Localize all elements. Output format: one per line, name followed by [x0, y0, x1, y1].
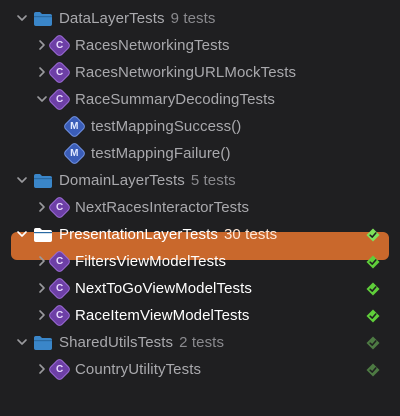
test-name: NextToGoViewModelTests [75, 280, 252, 297]
test-name: RaceItemViewModelTests [75, 307, 250, 324]
class-c-icon: C [47, 276, 72, 301]
row-label: CountryUtilityTests [75, 361, 201, 378]
test-count: 5 tests [190, 172, 236, 189]
test-class-races-networking-urlmock-tests[interactable]: C RacesNetworkingURLMockTests [0, 59, 400, 86]
test-count: 30 tests [223, 226, 278, 243]
method-m-icon: M [62, 141, 87, 166]
chevron-down-icon[interactable] [36, 93, 48, 105]
test-name: testMappingSuccess() [91, 118, 242, 135]
row-label: RaceSummaryDecodingTests [75, 91, 275, 108]
checkmark-icon[interactable] [366, 255, 380, 269]
test-name: PresentationLayerTests [59, 226, 218, 243]
checkmark-icon[interactable] [366, 363, 380, 377]
chevron-down-icon[interactable] [16, 12, 28, 24]
checkmark-icon[interactable] [366, 228, 380, 242]
test-name: NextRacesInteractorTests [75, 199, 250, 216]
class-c-icon: C [47, 33, 72, 58]
test-class-next-races-interactor-tests[interactable]: C NextRacesInteractorTests [0, 194, 400, 221]
class-c-icon: C [47, 87, 72, 112]
class-c-icon: C [47, 303, 72, 328]
chevron-right-icon[interactable] [36, 66, 48, 78]
test-method-test-mapping-failure[interactable]: MtestMappingFailure() [0, 140, 400, 167]
chevron-right-icon[interactable] [36, 255, 48, 267]
test-class-next-to-go-view-model-tests[interactable]: C NextToGoViewModelTests [0, 275, 400, 302]
checkmark-icon[interactable] [366, 282, 380, 296]
class-c-icon: C [47, 60, 72, 85]
test-class-race-summary-decoding-tests[interactable]: C RaceSummaryDecodingTests [0, 86, 400, 113]
row-label: NextRacesInteractorTests [75, 199, 249, 216]
folder-icon [33, 172, 52, 189]
row-label: RaceItemViewModelTests [75, 307, 250, 324]
test-group-shared-utils-tests[interactable]: SharedUtilsTests 2 tests [0, 329, 400, 356]
row-label: testMappingFailure() [91, 145, 231, 162]
method-m-icon: M [62, 114, 87, 139]
class-c-icon: C [47, 357, 72, 382]
folder-icon [33, 10, 52, 27]
test-count: 2 tests [179, 334, 225, 351]
chevron-down-icon[interactable] [16, 174, 28, 186]
row-label: FiltersViewModelTests [75, 253, 226, 270]
test-method-test-mapping-success[interactable]: MtestMappingSuccess() [0, 113, 400, 140]
chevron-right-icon[interactable] [36, 363, 48, 375]
test-class-country-utility-tests[interactable]: C CountryUtilityTests [0, 356, 400, 383]
test-group-presentation-layer-tests[interactable]: PresentationLayerTests 30 tests [0, 221, 400, 248]
class-c-icon: C [47, 249, 72, 274]
test-name: FiltersViewModelTests [75, 253, 227, 270]
test-name: RaceSummaryDecodingTests [75, 91, 275, 108]
checkmark-icon[interactable] [366, 336, 380, 350]
chevron-right-icon[interactable] [36, 282, 48, 294]
row-label: PresentationLayerTests 30 tests [59, 226, 277, 243]
test-name: SharedUtilsTests [59, 334, 174, 351]
test-count: 9 tests [170, 10, 216, 27]
chevron-right-icon[interactable] [36, 39, 48, 51]
test-name: DataLayerTests [59, 10, 165, 27]
folder-icon [33, 334, 52, 351]
row-label: DataLayerTests 9 tests [59, 10, 216, 27]
test-name: RacesNetworkingURLMockTests [75, 64, 297, 81]
row-label: NextToGoViewModelTests [75, 280, 252, 297]
test-navigator: DataLayerTests 9 tests C RacesNetworkingTes… [0, 0, 400, 416]
class-c-icon: C [47, 195, 72, 220]
row-label: SharedUtilsTests 2 tests [59, 334, 224, 351]
chevron-down-icon[interactable] [16, 228, 28, 240]
test-class-race-item-view-model-tests[interactable]: C RaceItemViewModelTests [0, 302, 400, 329]
test-class-races-networking-tests[interactable]: C RacesNetworkingTests [0, 32, 400, 59]
test-name: RacesNetworkingTests [75, 37, 230, 54]
test-name: testMappingFailure() [91, 145, 231, 162]
test-name: DomainLayerTests [59, 172, 185, 189]
test-class-filters-view-model-tests[interactable]: C FiltersViewModelTests [0, 248, 400, 275]
checkmark-icon[interactable] [366, 309, 380, 323]
chevron-right-icon[interactable] [36, 309, 48, 321]
row-label: RacesNetworkingURLMockTests [75, 64, 296, 81]
chevron-down-icon[interactable] [16, 336, 28, 348]
row-label: testMappingSuccess() [91, 118, 241, 135]
row-label: DomainLayerTests 5 tests [59, 172, 236, 189]
folder-icon [33, 226, 52, 243]
test-group-data-layer-tests[interactable]: DataLayerTests 9 tests [0, 5, 400, 32]
test-group-domain-layer-tests[interactable]: DomainLayerTests 5 tests [0, 167, 400, 194]
test-name: CountryUtilityTests [75, 361, 202, 378]
chevron-right-icon[interactable] [36, 201, 48, 213]
row-label: RacesNetworkingTests [75, 37, 230, 54]
